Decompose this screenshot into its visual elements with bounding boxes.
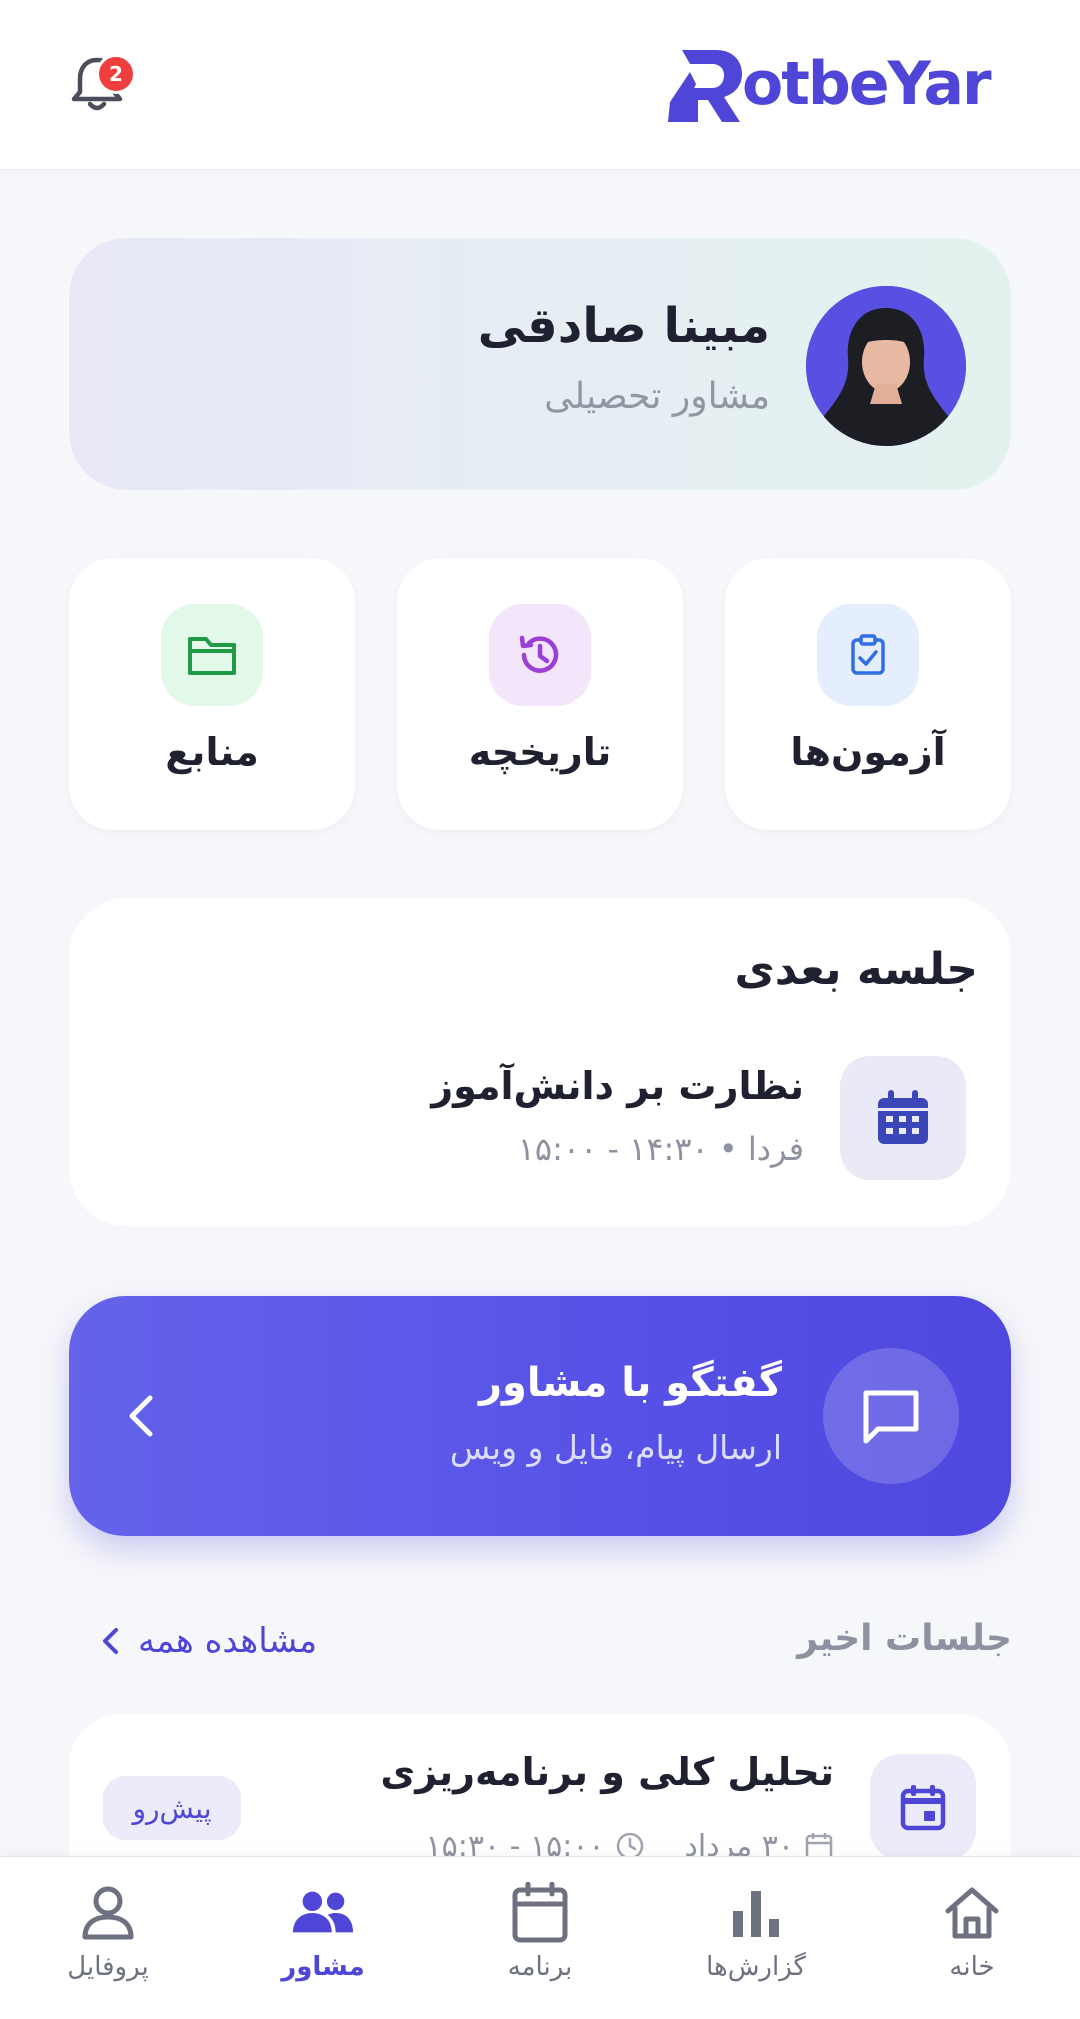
nav-label: خانه [949, 1952, 995, 1982]
notification-badge: 2 [96, 54, 136, 94]
calendar-event-icon [870, 1754, 976, 1860]
recent-sessions-heading: جلسات اخیر [797, 1618, 1012, 1659]
profile-role: مشاور تحصیلی [544, 376, 770, 417]
next-session-title: نظارت بر دانش‌آموز [431, 1064, 804, 1108]
quick-action-resources[interactable]: منابع [69, 558, 355, 830]
calendar-icon [508, 1882, 572, 1944]
bar-chart-icon [724, 1882, 788, 1944]
chat-title: گفتگو با مشاور [479, 1360, 782, 1406]
see-all-link[interactable]: مشاهده همه [100, 1616, 317, 1666]
folder-icon [161, 604, 263, 706]
calendar-icon [840, 1056, 966, 1180]
nav-item-schedule[interactable]: برنامه [465, 1882, 615, 1992]
history-icon [489, 604, 591, 706]
avatar-person-icon [806, 286, 966, 446]
user-icon [76, 1882, 140, 1944]
chat-subtitle: ارسال پیام، فایل و ویس [449, 1428, 782, 1467]
chevron-left-icon [103, 1628, 118, 1654]
chevron-left-icon[interactable] [120, 1390, 166, 1442]
profile-name: مبینا صادقی [477, 298, 770, 354]
nav-label: گزارش‌ها [706, 1952, 806, 1982]
avatar[interactable] [806, 286, 966, 446]
nav-item-home[interactable]: خانه [897, 1882, 1047, 1992]
quick-action-exams[interactable]: آزمون‌ها [725, 558, 1011, 830]
nav-item-advisor[interactable]: مشاور [248, 1882, 398, 1992]
logo-text: otbeYar [742, 49, 992, 119]
quick-action-label: آزمون‌ها [790, 730, 946, 774]
people-icon [291, 1882, 355, 1944]
chat-bubble-icon [823, 1348, 959, 1484]
nav-item-profile[interactable]: پروفایل [33, 1882, 183, 1992]
app-logo: otbeYar [668, 42, 1014, 126]
nav-item-reports[interactable]: گزارش‌ها [681, 1882, 831, 1992]
nav-label: برنامه [507, 1952, 573, 1982]
next-session-heading: جلسه بعدی [734, 944, 978, 995]
quick-action-label: منابع [165, 730, 259, 774]
nav-label: مشاور [281, 1952, 365, 1982]
logo-r-mark-icon [668, 50, 742, 122]
recent-session-title: تحلیل کلی و برنامه‌ریزی [380, 1750, 834, 1794]
clipboard-check-icon [817, 604, 919, 706]
quick-action-label: تاریخچه [468, 730, 612, 774]
nav-label: پروفایل [67, 1952, 149, 1982]
quick-action-history[interactable]: تاریخچه [397, 558, 683, 830]
next-session-meta: فردا • ۱۴:۳۰ - ۱۵:۰۰ [517, 1130, 804, 1168]
status-badge: پیش‌رو [103, 1776, 241, 1840]
see-all-label: مشاهده همه [138, 1621, 318, 1661]
home-icon [940, 1882, 1004, 1944]
